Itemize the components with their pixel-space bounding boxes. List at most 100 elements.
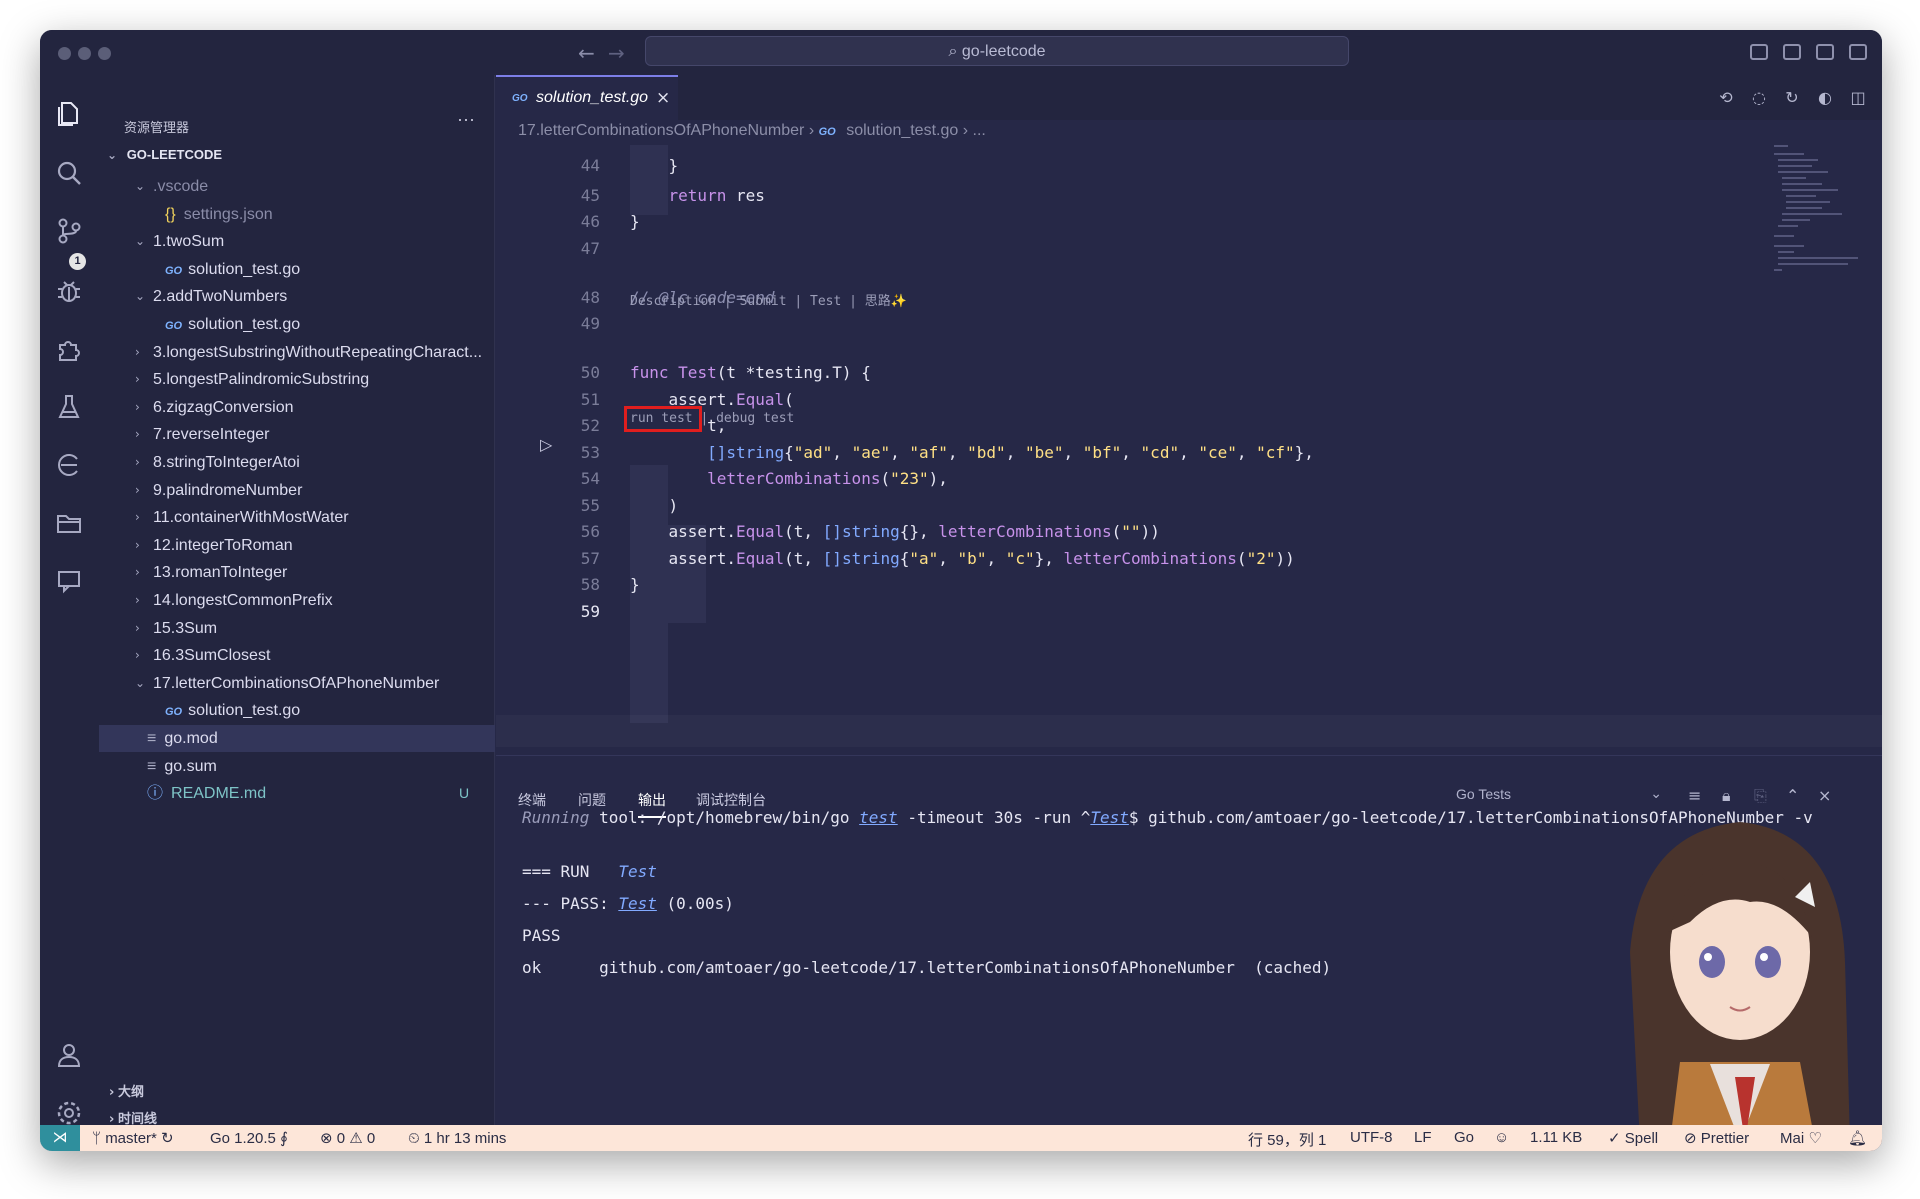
tree-item[interactable]: ⌄ 1.twoSum [99,228,495,255]
problems-status[interactable]: ⊗ 0 ⚠ 0 [320,1129,375,1147]
search-icon[interactable] [53,157,85,189]
run-test-gutter-icon[interactable]: ▷ [540,435,552,454]
mod-file-icon: ≡ [147,730,157,747]
tab-solution-test-go[interactable]: GO solution_test.go × [496,75,678,120]
status-bar: ⋊ ᛘ master* ↻ Go 1.20.5 ∮ ⊗ 0 ⚠ 0 ⏲ 1 hr… [40,1125,1882,1151]
tree-item[interactable]: {} settings.json [99,201,495,228]
forward-arrow-icon[interactable]: → [608,41,625,65]
tree-item[interactable]: › 3.longestSubstringWithoutRepeatingChara… [99,339,495,366]
time-tracker[interactable]: ⏲ 1 hr 13 mins [408,1129,506,1147]
code-line: 49 [496,308,1882,340]
breadcrumb-folder[interactable]: 17.letterCombinationsOfAPhoneNumber [518,122,804,139]
go-file-icon: GO [512,93,528,104]
tree-item[interactable]: › 15.3Sum [99,615,495,642]
customize-layout-icon[interactable] [1849,44,1867,60]
warning-count: 0 [366,1130,376,1147]
prettier-status[interactable]: ⊘ Prettier [1684,1129,1749,1147]
tree-item[interactable]: › 9.palindromeNumber [99,477,495,504]
tab-debug-console[interactable]: 调试控制台 [696,790,766,810]
tree-item-label: 14.longestCommonPrefix [153,592,333,609]
tree-item[interactable]: ⌄ .vscode [99,173,495,200]
breadcrumb-file[interactable]: solution_test.go [846,122,958,139]
split-editor-icon[interactable]: ◫ [1848,88,1868,108]
git-compare-icon[interactable]: ◐ [1815,88,1835,108]
go-back-icon[interactable]: ⟲ [1716,88,1736,108]
go-icon[interactable] [53,449,85,481]
tree-item[interactable]: › 8.stringToIntegerAtoi [99,449,495,476]
search-icon: ⌕ [948,41,958,60]
spell-label: Spell [1624,1130,1659,1147]
maximize-window-button[interactable] [98,47,111,60]
tree-item[interactable]: › 11.containerWithMostWater [99,504,495,531]
tree-item[interactable]: › 14.longestCommonPrefix [99,587,495,614]
command-center-search[interactable]: ⌕ go-leetcode [645,36,1349,66]
tree-item[interactable]: › 6.zigzagConversion [99,394,495,421]
comments-icon[interactable] [53,565,85,597]
notifications-bell-icon[interactable]: 🔔︎ [1848,1129,1867,1147]
extensions-icon[interactable] [53,333,85,365]
timeline-prev-icon[interactable]: ◌ [1749,88,1769,108]
toggle-panel-icon[interactable] [1783,44,1801,60]
outline-label: 大纲 [117,1084,144,1099]
language-mode[interactable]: Go [1454,1129,1474,1146]
outline-section[interactable]: › 大纲 [109,1081,144,1100]
spell-check[interactable]: ✓ Spell [1608,1129,1658,1147]
testing-icon[interactable] [53,391,85,423]
git-branch[interactable]: ᛘ master* ↻ [92,1129,174,1147]
go-file-icon: GO [818,126,836,138]
tree-item[interactable]: ⌄ 17.letterCombinationsOfAPhoneNumber [99,670,495,697]
tree-item-label: settings.json [183,205,273,223]
tree-item[interactable]: › 12.integerToRoman [99,532,495,559]
tree-item[interactable]: GO solution_test.go [99,256,495,283]
toggle-sidebar-icon[interactable] [1750,44,1768,60]
close-tab-icon[interactable]: × [656,88,670,108]
tree-item[interactable]: › 13.romanToInteger [99,559,495,586]
workspace-root[interactable]: ⌄ GO-LEETCODE [107,147,222,162]
encoding[interactable]: UTF-8 [1350,1129,1393,1146]
account-status-icon[interactable]: ☺ [1494,1129,1509,1146]
tree-item[interactable]: ≡ go.mod [99,725,495,752]
tree-item[interactable]: GO solution_test.go [99,311,495,338]
tree-item-label: README.md [171,785,267,803]
folder-icon[interactable] [53,507,85,539]
more-actions-icon[interactable]: ··· [457,109,475,130]
output-line-4: PASS [522,926,561,945]
chevron-down-icon: ⌄ [135,234,146,249]
source-control-icon[interactable] [53,215,85,247]
tree-item[interactable]: GO solution_test.go [99,697,495,724]
remote-indicator-icon[interactable]: ⋊ [40,1125,80,1151]
timeline-next-icon[interactable]: ↻ [1782,88,1802,108]
leetcode-codelens[interactable]: Description | Submit | Test | 思路✨ [630,290,907,309]
tree-item-label: 16.3SumClosest [153,647,271,665]
user-status[interactable]: Mai ♡ [1780,1129,1822,1147]
account-icon[interactable] [53,1039,85,1071]
debug-test-codelens[interactable]: | debug test [700,411,794,426]
json-file-icon: {} [165,205,176,223]
debug-icon[interactable] [53,275,85,307]
tree-item[interactable]: ⓘ README.md U [99,780,495,807]
minimize-window-button[interactable] [78,47,91,60]
tab-terminal[interactable]: 终端 [518,790,546,810]
minimap[interactable] [1774,145,1864,295]
tree-item[interactable]: › 16.3SumClosest [99,642,495,669]
breadcrumb-symbol[interactable]: ... [973,122,986,139]
close-window-button[interactable] [58,47,71,60]
prettier-disabled-icon: ⊘ [1684,1129,1697,1147]
cursor-position[interactable]: 行 59，列 1 [1248,1129,1326,1150]
error-icon: ⊗ [320,1129,333,1147]
toggle-secondary-sidebar-icon[interactable] [1816,44,1834,60]
code-editor[interactable]: 44 } 45 return res 46} 47 48// @lc code=end 4… [496,145,1882,755]
tab-label: solution_test.go [536,89,649,106]
tree-item[interactable]: › 5.longestPalindromicSubstring [99,366,495,393]
tree-item[interactable]: ≡ go.sum [99,753,495,780]
back-arrow-icon[interactable]: ← [578,41,595,65]
tree-item[interactable]: ⌄ 2.addTwoNumbers [99,283,495,310]
tab-problems[interactable]: 问题 [578,790,606,810]
end-of-line[interactable]: LF [1414,1129,1432,1146]
tree-item[interactable]: › 7.reverseInteger [99,421,495,448]
go-version[interactable]: Go 1.20.5 ∮ [210,1129,288,1147]
chevron-right-icon: › [109,1085,115,1100]
tree-item-label: 17.letterCombinationsOfAPhoneNumber [153,674,440,692]
explorer-icon[interactable] [53,97,85,129]
check-icon: ✓ [1608,1130,1621,1147]
